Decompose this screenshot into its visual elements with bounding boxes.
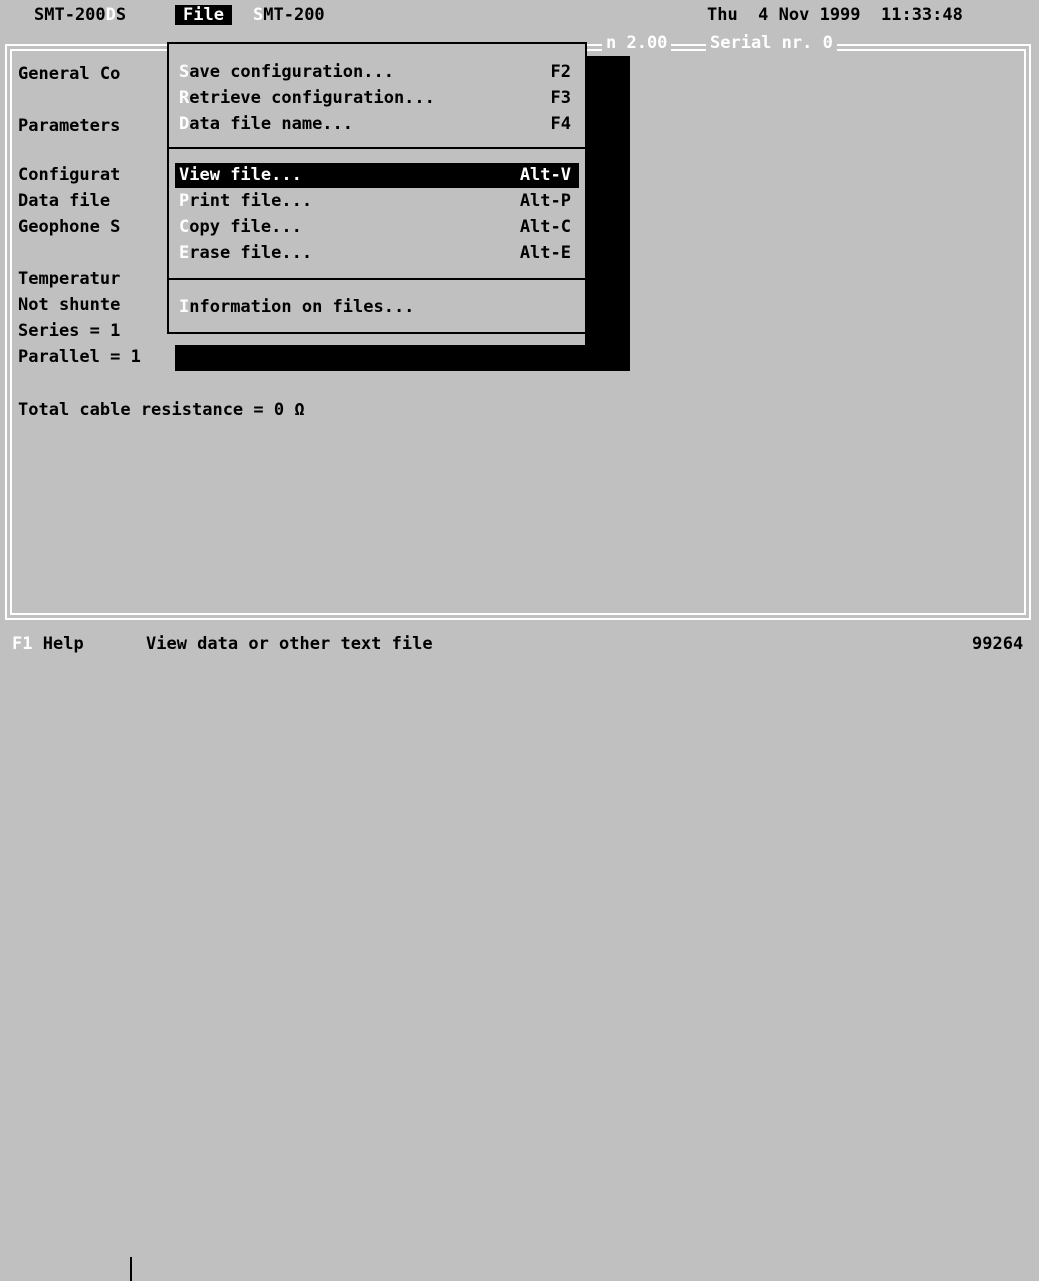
general-config-line: General Co (18, 64, 121, 84)
status-bar: F1 Help View data or other text file 992… (0, 625, 1039, 1281)
help-key: F1 (12, 634, 33, 654)
temperature-line: Temperatur (18, 269, 121, 289)
hotkey-letter: R (179, 88, 190, 108)
status-message: View data or other text file (146, 634, 433, 654)
hotkey-letter: S (179, 62, 190, 82)
menu-item-label: rase file... (189, 243, 313, 263)
not-shunted-line: Not shunte (18, 295, 121, 315)
menu-smt200ds-suffix: S (115, 5, 127, 25)
menu-item-data-file-name[interactable]: Data file name... F4 (175, 112, 579, 137)
help-hint[interactable]: F1 Help (12, 633, 84, 655)
menu-smt200ds[interactable]: SMT-200DS (34, 4, 126, 26)
data-file-line: Data file (18, 191, 111, 211)
menu-item-information-on-files[interactable]: Information on files... (175, 295, 579, 320)
version-label: n 2.00 (602, 32, 672, 54)
menu-item-label: iew file... (189, 165, 302, 185)
menu-file[interactable]: File (175, 4, 232, 26)
menu-item-shortcut: F4 (550, 114, 571, 134)
menu-item-label: ata file name... (189, 114, 354, 134)
menu-item-shortcut: Alt-P (519, 191, 571, 211)
help-label: Help (42, 634, 84, 654)
cable-resistance-line: Total cable resistance = 0 Ω (18, 400, 305, 420)
hotkey-letter: I (179, 297, 190, 317)
menu-item-label: opy file... (189, 217, 302, 237)
menu-item-shortcut: Alt-C (519, 217, 571, 237)
hotkey-letter: C (179, 217, 190, 237)
menu-bar: SMT-200DS File SMT-200 Thu 4 Nov 1999 11… (0, 0, 1039, 30)
hotkey-letter: D (179, 114, 190, 134)
menu-item-retrieve-configuration[interactable]: Retrieve configuration... F3 (175, 86, 579, 111)
geophone-line: Geophone S (18, 217, 121, 237)
menu-smt200-hotkey: S (253, 5, 264, 25)
menu-separator (169, 278, 585, 280)
file-dropdown-menu: Save configuration... F2 Retrieve configu… (167, 42, 587, 334)
menu-smt200ds-hotkey: D (105, 5, 116, 25)
dropdown-shadow-bottom (175, 345, 630, 371)
menu-item-erase-file[interactable]: Erase file... Alt-E (175, 241, 579, 266)
series-line: Series = 1 (18, 321, 121, 341)
menu-item-shortcut: F2 (550, 62, 571, 82)
menu-item-label: ave configuration... (189, 62, 394, 82)
hotkey-letter: E (179, 243, 190, 263)
hotkey-letter: V (179, 165, 190, 185)
menu-smt200-label: MT-200 (263, 5, 325, 25)
memory-counter: 99264 (972, 634, 1024, 654)
hotkey-letter: P (179, 191, 190, 211)
menu-item-copy-file[interactable]: Copy file... Alt-C (175, 215, 579, 240)
serial-label: Serial nr. 0 (706, 32, 837, 54)
dropdown-shadow-right (585, 56, 630, 371)
menu-item-shortcut: Alt-E (519, 243, 571, 263)
menu-item-label: etrieve configuration... (189, 88, 435, 108)
menu-item-label: nformation on files... (189, 297, 415, 317)
menu-item-shortcut: Alt-V (519, 165, 571, 185)
parameters-line: Parameters (18, 116, 121, 136)
menu-item-shortcut: F3 (550, 88, 571, 108)
menu-smt200[interactable]: SMT-200 (253, 4, 325, 26)
menu-item-view-file[interactable]: View file... Alt-V (175, 163, 579, 188)
datetime-display: Thu 4 Nov 1999 11:33:48 (707, 5, 963, 25)
menu-item-save-configuration[interactable]: Save configuration... F2 (175, 60, 579, 85)
parallel-line: Parallel = 1 (18, 347, 141, 367)
menu-file-label: File (175, 5, 232, 25)
menu-item-print-file[interactable]: Print file... Alt-P (175, 189, 579, 214)
menu-smt200ds-prefix: SMT-200 (34, 5, 106, 25)
menu-separator (169, 147, 585, 149)
menu-item-label: rint file... (189, 191, 313, 211)
configuration-line: Configurat (18, 165, 121, 185)
status-divider (130, 1257, 132, 1281)
